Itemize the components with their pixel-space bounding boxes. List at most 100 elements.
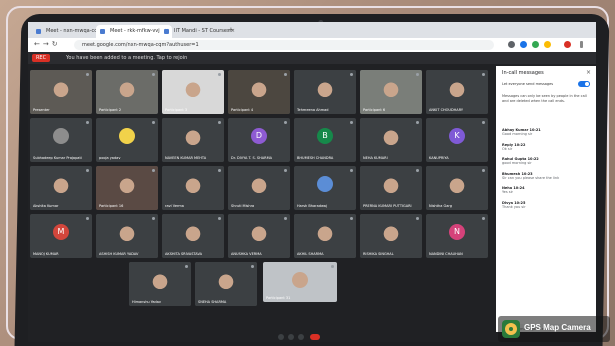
participant-tile[interactable]: AKHIL SHARMA bbox=[294, 214, 356, 258]
participant-name: RISHIKA SINGHAL bbox=[363, 252, 394, 256]
participant-avatar: D bbox=[251, 127, 267, 144]
tab-favicon-icon bbox=[36, 29, 41, 34]
close-icon[interactable]: × bbox=[586, 69, 591, 76]
tab-favicon-icon bbox=[164, 29, 169, 34]
participant-name: Participant 16 bbox=[99, 204, 124, 208]
participant-tile[interactable]: Harsh Bharadwaj bbox=[294, 166, 356, 210]
mic-muted-icon bbox=[251, 265, 254, 268]
mic-muted-icon bbox=[152, 217, 155, 220]
address-bar-row: ←→↻ meet.google.com/nxn-mwqa-cqm?authuse… bbox=[28, 38, 596, 53]
participant-tile[interactable]: NEHA KUMARI bbox=[360, 118, 422, 162]
participant-tile[interactable]: SNEHA SHARMA bbox=[195, 262, 257, 306]
participant-name: Shruti Mishra bbox=[231, 204, 255, 208]
participant-tile[interactable]: ravi Verma bbox=[162, 166, 224, 210]
present-icon[interactable] bbox=[298, 334, 304, 340]
participant-avatar: B bbox=[317, 127, 333, 144]
participant-tile[interactable]: K KANUPRIYA bbox=[426, 118, 488, 162]
mic-muted-icon bbox=[350, 169, 353, 172]
chat-text: Sir can you please share the link bbox=[502, 175, 560, 180]
participant-name: ASHISH KUMAR YADAV bbox=[99, 252, 139, 256]
mic-muted-icon bbox=[86, 169, 89, 172]
mic-muted-icon bbox=[416, 121, 419, 124]
mic-muted-icon bbox=[86, 121, 89, 124]
mic-muted-icon bbox=[152, 121, 155, 124]
participant-tile[interactable]: Shruti Mishra bbox=[228, 166, 290, 210]
chat-message: Divya 10:25 Thank you sir bbox=[502, 201, 590, 210]
participant-tile[interactable]: ASHISH KUMAR YADAV bbox=[96, 214, 158, 258]
participant-name: SNEHA SHARMA bbox=[198, 300, 227, 304]
participant-avatar: K bbox=[449, 127, 465, 144]
participant-tile[interactable]: B BHUMESH CHANDRA bbox=[294, 118, 356, 162]
participant-tile[interactable]: Participant 6 bbox=[360, 70, 422, 114]
participant-name: Tehmeena Ahmad bbox=[297, 108, 329, 112]
mic-muted-icon bbox=[185, 265, 188, 268]
extension-icon[interactable] bbox=[508, 41, 515, 48]
mic-muted-icon bbox=[416, 169, 419, 172]
participant-name: pooja yadav bbox=[99, 156, 121, 160]
mic-muted-icon bbox=[284, 169, 287, 172]
mic-muted-icon bbox=[218, 73, 221, 76]
chat-text: Thank you sir bbox=[502, 204, 526, 209]
chat-panel: In-call messages × Let everyone send mes… bbox=[496, 66, 596, 342]
tab-label: Meet - nxn-mwqa-cqm bbox=[46, 28, 103, 34]
extension-icon[interactable] bbox=[532, 41, 539, 48]
participant-name: ANUSHKA VERMA bbox=[231, 252, 262, 256]
extension-icon[interactable] bbox=[520, 41, 527, 48]
participant-tile[interactable]: Participant 16 bbox=[96, 166, 158, 210]
nav-arrows-icon[interactable]: ←→↻ bbox=[34, 40, 61, 48]
tab-favicon-icon bbox=[100, 29, 105, 34]
participant-tile[interactable]: AKSHITA SRIVASTAVA bbox=[162, 214, 224, 258]
chat-message: Reply 10:22 Ok sir bbox=[502, 143, 590, 152]
participant-tile[interactable]: M MANOJ KUMAR bbox=[30, 214, 92, 258]
participant-tile[interactable]: PRERNA KUMARI PUTTIGARI bbox=[360, 166, 422, 210]
menu-dots-icon[interactable] bbox=[580, 41, 583, 48]
meeting-notice: You have been added to a meeting. Tap to… bbox=[66, 55, 188, 61]
participant-tile[interactable]: pooja yadav bbox=[96, 118, 158, 162]
mic-icon[interactable] bbox=[278, 334, 284, 340]
participant-tile[interactable]: ANKIT CHOUDHARY bbox=[426, 70, 488, 114]
mic-muted-icon bbox=[152, 73, 155, 76]
participant-tile[interactable]: NAVEEN KUMAR MEHTA bbox=[162, 118, 224, 162]
chat-text: Yes sir bbox=[502, 190, 513, 194]
extension-icon[interactable] bbox=[544, 41, 551, 48]
chat-message: Abhay Kumar 10:21 Good morning sir bbox=[502, 128, 590, 137]
url-input[interactable]: meet.google.com/nxn-mwqa-cqm?authuser=1 bbox=[74, 40, 494, 50]
map-pin-icon bbox=[502, 320, 520, 338]
browser-tab-strip: Meet - nxn-mwqa-cqm × Meet - rkk-mfkw-vv… bbox=[28, 22, 596, 38]
mic-muted-icon bbox=[482, 217, 485, 220]
participant-tile[interactable]: Participant 4 bbox=[228, 70, 290, 114]
participant-tile[interactable]: D Dr. DIVYA T. S. SHARMA bbox=[228, 118, 290, 162]
participant-name: Dr. DIVYA T. S. SHARMA bbox=[231, 156, 273, 160]
participant-tile[interactable]: Participant 31 bbox=[263, 262, 337, 302]
participant-tile[interactable]: RISHIKA SINGHAL bbox=[360, 214, 422, 258]
participant-tile[interactable]: N NANDINI CHAUHAN bbox=[426, 214, 488, 258]
tab-label: Meet - rkk-mfkw-vvj bbox=[110, 28, 160, 34]
participant-tile[interactable]: Presenter bbox=[30, 70, 92, 114]
participant-tile[interactable]: Participant 2 bbox=[96, 70, 158, 114]
participant-tile[interactable]: Nishtha Garg bbox=[426, 166, 488, 210]
new-tab-icon[interactable]: + bbox=[228, 26, 234, 34]
participant-name: Nishtha Garg bbox=[429, 204, 452, 208]
participant-name: Participant 4 bbox=[231, 108, 254, 112]
browser-tab-3[interactable]: IIT Mandi - ST Courses × bbox=[160, 25, 238, 38]
participant-tile[interactable]: Akshita Kumar bbox=[30, 166, 92, 210]
chat-permission-toggle[interactable] bbox=[578, 81, 590, 87]
mic-muted-icon bbox=[482, 121, 485, 124]
participant-name: Subhadeep Kumar Prajapati bbox=[33, 156, 82, 160]
participant-tile[interactable]: Tehmeena Ahmad bbox=[294, 70, 356, 114]
mic-muted-icon bbox=[284, 217, 287, 220]
chat-toggle-label: Let everyone send messages bbox=[502, 82, 554, 86]
participant-name: NAVEEN KUMAR MEHTA bbox=[165, 156, 207, 160]
participant-tile[interactable]: ANUSHKA VERMA bbox=[228, 214, 290, 258]
participant-tile[interactable]: Subhadeep Kumar Prajapati bbox=[30, 118, 92, 162]
participant-name: Presenter bbox=[33, 108, 50, 112]
participant-name: Participant 2 bbox=[99, 108, 122, 112]
end-call-button[interactable] bbox=[310, 334, 320, 340]
participant-name: Participant 31 bbox=[266, 296, 291, 300]
participant-tile[interactable]: Participant 3 bbox=[162, 70, 224, 114]
profile-avatar[interactable] bbox=[564, 41, 571, 48]
camera-icon[interactable] bbox=[288, 334, 294, 340]
laptop-screen: Meet - nxn-mwqa-cqm × Meet - rkk-mfkw-vv… bbox=[28, 22, 596, 342]
participant-tile[interactable]: Himanshu Yadav bbox=[129, 262, 191, 306]
participant-avatar bbox=[53, 127, 69, 144]
